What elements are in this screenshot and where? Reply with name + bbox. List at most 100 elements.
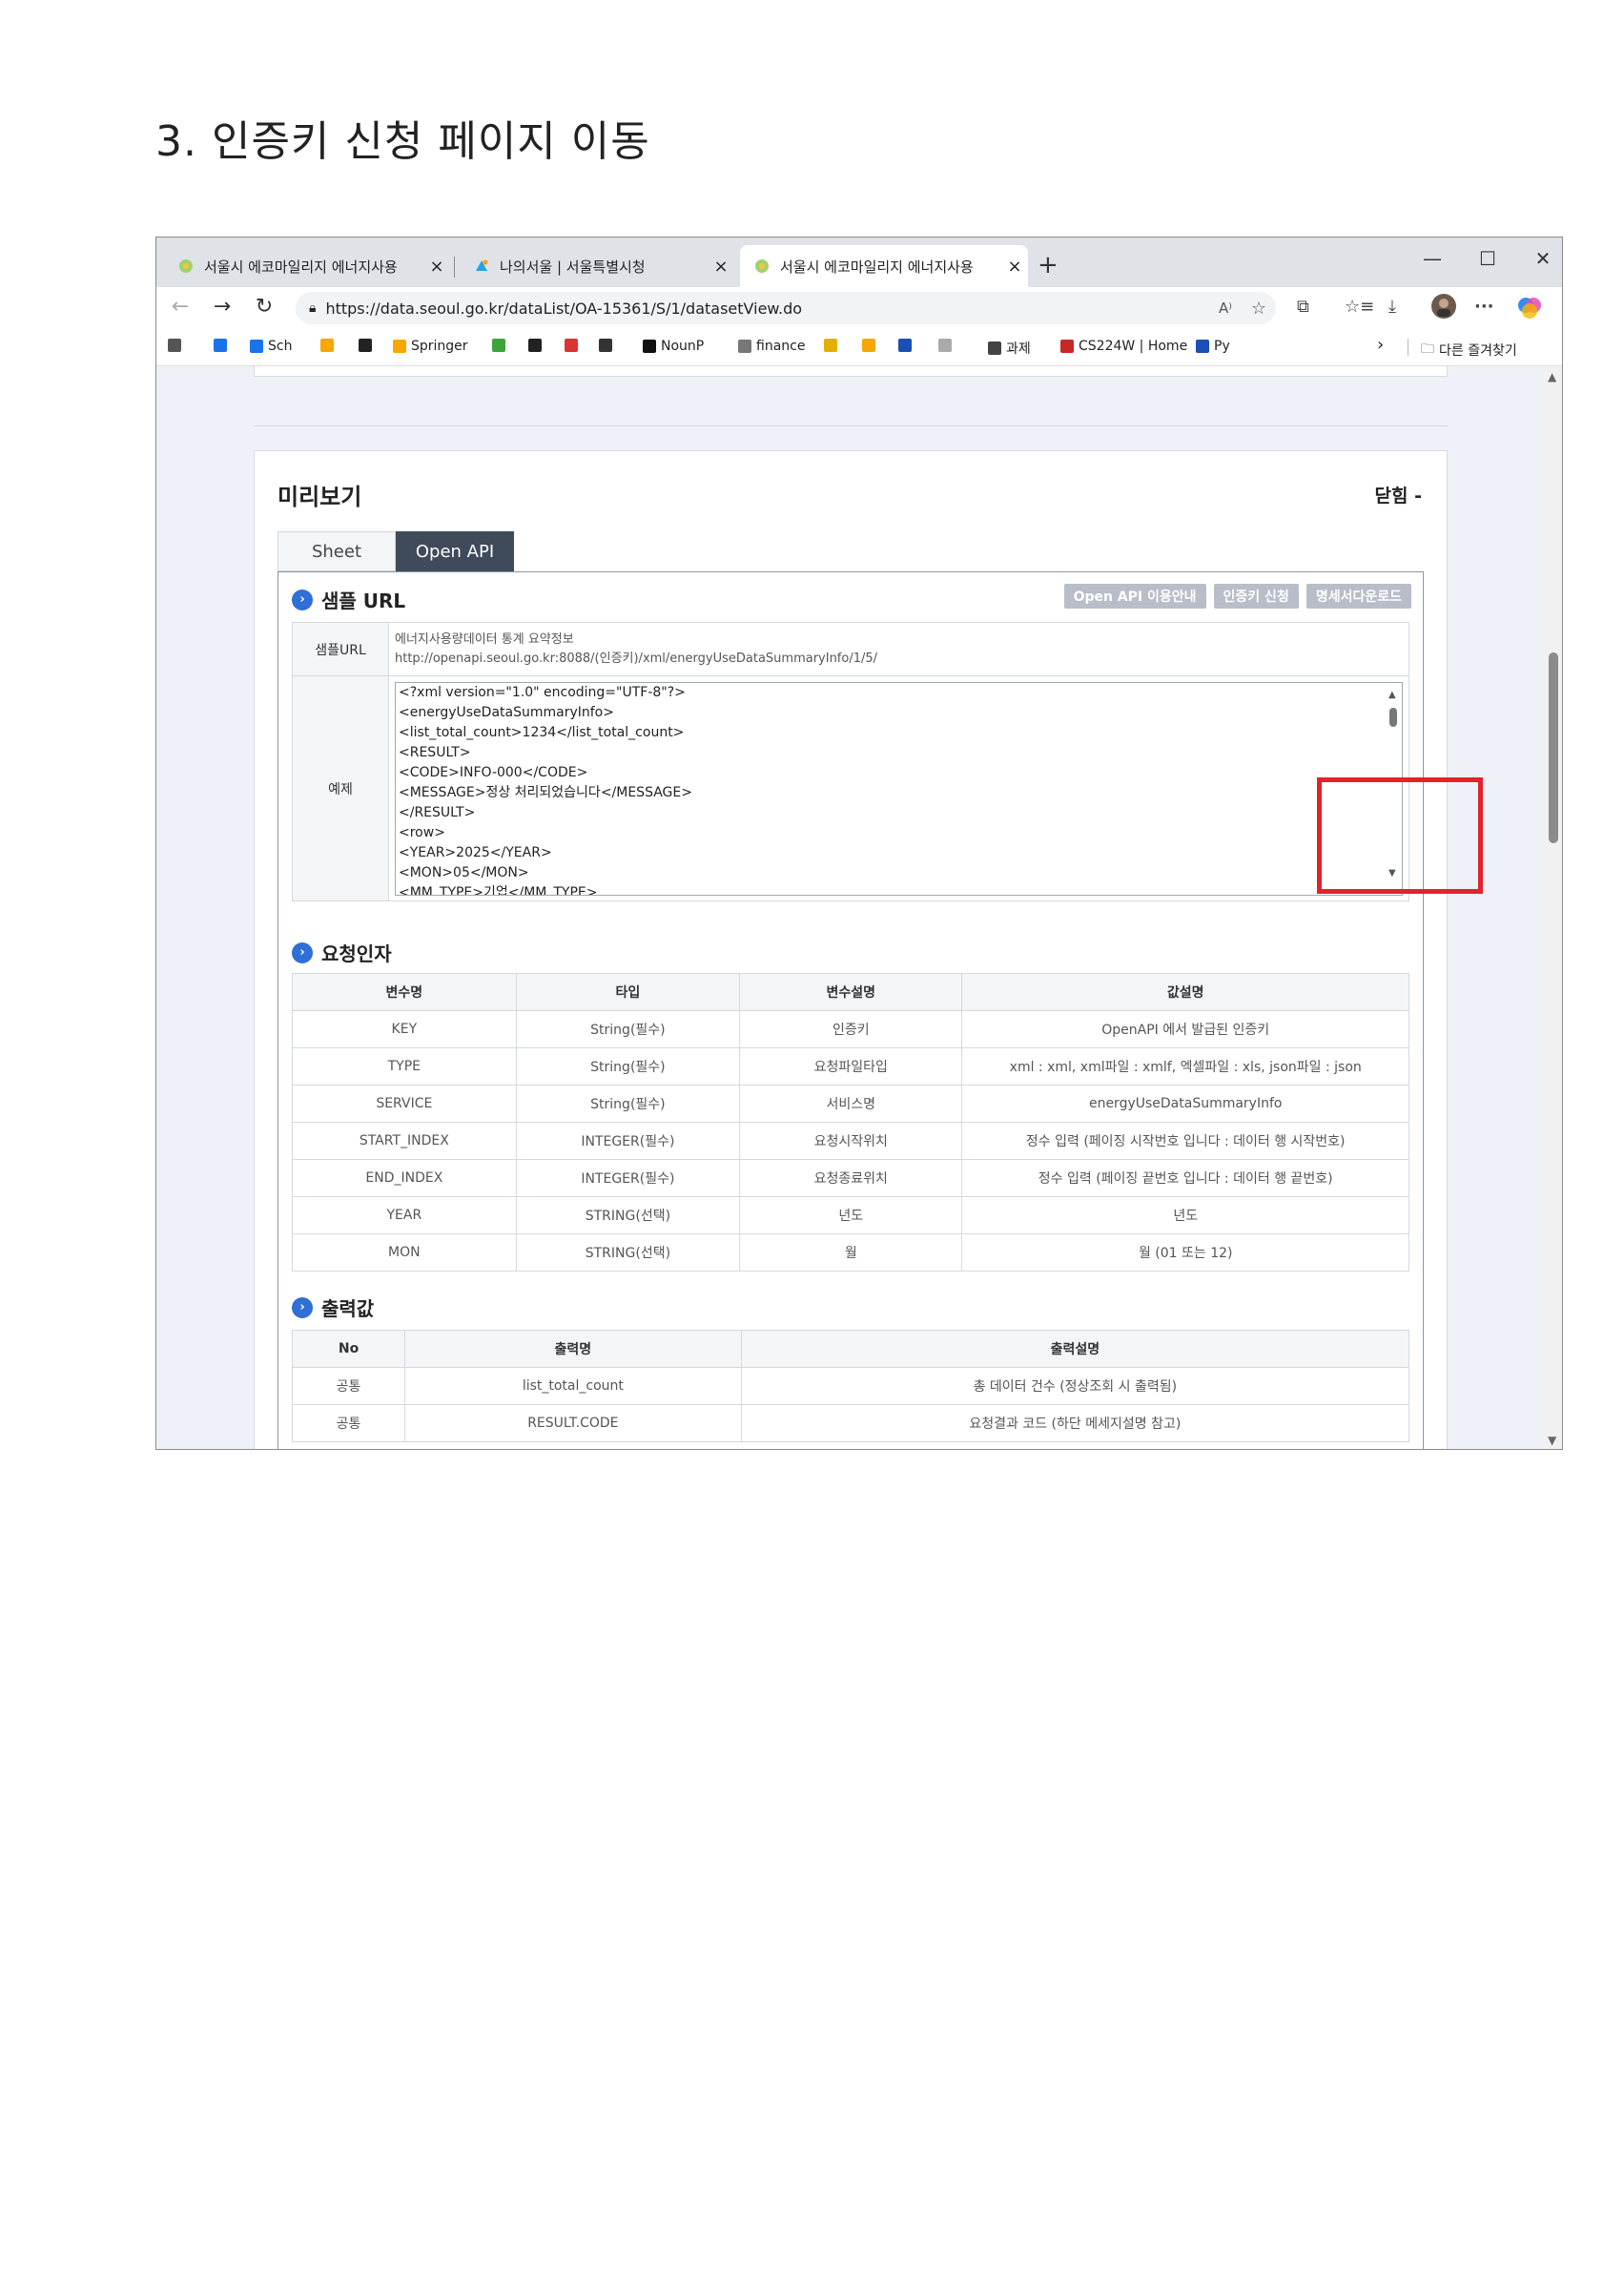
open-api-guide-button[interactable]: Open API 이용안내 xyxy=(1063,584,1206,609)
table-cell: INTEGER(필수) xyxy=(515,1159,741,1197)
maximize-button[interactable]: ☐ xyxy=(1469,247,1507,270)
downloads-icon[interactable]: ⤓ xyxy=(1388,297,1396,317)
column-header: 변수설명 xyxy=(739,973,963,1011)
page-scrollbar[interactable]: ▲ ▼ xyxy=(1544,366,1562,1449)
column-header: No xyxy=(291,1330,406,1368)
table-cell: energyUseDataSummaryInfo xyxy=(961,1085,1409,1123)
browser-tab-3-active[interactable]: 서울시 에코마일리지 에너지사용 × xyxy=(740,245,1028,287)
profile-avatar[interactable] xyxy=(1430,293,1457,324)
bookmark-item[interactable] xyxy=(168,339,186,352)
code-line: <?xml version="1.0" encoding="UTF-8"?> xyxy=(399,684,686,700)
preview-close-button[interactable]: 닫힘 - xyxy=(1375,482,1422,507)
spec-download-button[interactable]: 명세서다운로드 xyxy=(1305,584,1411,609)
bookmark-item[interactable]: Springer xyxy=(393,339,468,354)
previous-section-card xyxy=(254,366,1448,377)
bookmark-favicon-icon xyxy=(898,339,912,352)
eco-mileage-favicon-icon xyxy=(177,258,195,275)
table-cell: 총 데이터 건수 (정상조회 시 출력됨) xyxy=(740,1367,1410,1405)
request-params-heading: › 요청인자 xyxy=(292,939,392,966)
sample-url-link[interactable]: http://openapi.seoul.go.kr:8088/(인증키)/xm… xyxy=(395,650,1403,669)
bookmark-item[interactable] xyxy=(824,339,842,352)
bookmark-item[interactable] xyxy=(862,339,880,352)
bookmark-item[interactable]: 과제 xyxy=(988,339,1031,358)
auth-key-request-button[interactable]: 인증키 신청 xyxy=(1213,584,1299,609)
table-cell: TYPE xyxy=(292,1047,517,1086)
bookmark-item[interactable] xyxy=(359,339,377,352)
table-cell: 월 (01 또는 12) xyxy=(961,1233,1409,1272)
tab-close-icon[interactable]: × xyxy=(423,257,450,277)
table-row: TYPE String(필수) 요청파일타입 xml : xml, xml파일 : x… xyxy=(292,1047,1409,1086)
bookmark-item[interactable] xyxy=(898,339,916,352)
more-menu-icon[interactable]: ··· xyxy=(1474,297,1494,317)
minimize-button[interactable]: — xyxy=(1413,247,1451,270)
copilot-icon[interactable] xyxy=(1516,294,1543,325)
code-line: <MESSAGE>정상 처리되었습니다</MESSAGE> xyxy=(399,784,692,800)
favorite-star-icon[interactable]: ☆ xyxy=(1251,299,1266,319)
table-cell: RESULT.CODE xyxy=(404,1404,742,1442)
bookmark-favicon-icon xyxy=(250,340,263,353)
other-favorites-label: 다른 즐겨찾기 xyxy=(1439,343,1517,359)
table-cell: xml : xml, xml파일 : xmlf, 엑셀파일 : xls, jso… xyxy=(961,1047,1409,1086)
bookmark-item[interactable]: Sch xyxy=(250,339,292,354)
read-aloud-icon[interactable]: A⁾ xyxy=(1219,300,1232,317)
bookmark-item[interactable] xyxy=(599,339,617,352)
bookmark-item[interactable]: finance xyxy=(738,339,805,354)
bookmark-label: Sch xyxy=(268,339,293,354)
bookmarks-overflow-button[interactable]: › xyxy=(1377,335,1384,355)
bookmark-item[interactable] xyxy=(492,339,510,352)
bookmark-item[interactable] xyxy=(528,339,546,352)
code-line: <row> xyxy=(399,824,445,840)
tab-close-icon[interactable]: × xyxy=(1001,257,1028,277)
reload-button[interactable]: ↻ xyxy=(250,295,278,319)
extensions-icon[interactable]: ⧉ xyxy=(1297,297,1309,317)
table-cell: SERVICE xyxy=(292,1085,517,1123)
bookmark-item[interactable] xyxy=(938,339,956,352)
sample-url-value: 에너지사용량데이터 통계 요약정보 http://openapi.seoul.g… xyxy=(388,622,1409,676)
lock-icon: 🔒︎ xyxy=(309,300,317,316)
table-row: MON STRING(선택) 월 월 (01 또는 12) xyxy=(292,1233,1409,1272)
code-line: </RESULT> xyxy=(399,804,476,820)
code-line: <energyUseDataSummaryInfo> xyxy=(399,704,614,720)
tab-sheet[interactable]: Sheet xyxy=(278,531,396,571)
back-button[interactable]: ← xyxy=(166,295,195,319)
url-bar[interactable]: 🔒︎ https://data.seoul.go.kr/dataList/OA-… xyxy=(296,292,1276,324)
bookmark-item[interactable] xyxy=(320,339,339,352)
code-scroll-thumb[interactable] xyxy=(1389,707,1397,727)
sample-url-desc: 에너지사용량데이터 통계 요약정보 xyxy=(395,631,574,647)
output-heading-text: 출력값 xyxy=(321,1297,375,1320)
close-window-button[interactable]: ✕ xyxy=(1524,247,1562,270)
table-cell: 공통 xyxy=(291,1367,406,1405)
bookmark-item[interactable] xyxy=(214,339,232,352)
tab-open-api[interactable]: Open API xyxy=(396,531,514,571)
code-line: <YEAR>2025</YEAR> xyxy=(399,844,552,860)
scroll-down-icon[interactable]: ▼ xyxy=(1548,1434,1556,1447)
chevron-right-icon: › xyxy=(292,941,313,963)
table-row: KEY String(필수) 인증키 OpenAPI 에서 발급된 인증키 xyxy=(292,1010,1409,1048)
new-tab-button[interactable]: + xyxy=(1038,251,1059,279)
column-header: 변수명 xyxy=(292,973,517,1011)
browser-tab-1[interactable]: 서울시 에코마일리지 에너지사용 × xyxy=(164,245,450,287)
bookmark-item[interactable] xyxy=(565,339,583,352)
page-scroll-thumb[interactable] xyxy=(1549,652,1558,843)
bookmark-item[interactable]: NounP xyxy=(643,339,704,354)
output-table: No 출력명 출력설명 공통 list_total_count 총 데이터 건수 (정상조… xyxy=(291,1330,1410,1442)
bookmark-favicon-icon xyxy=(824,339,837,352)
example-code-box[interactable]: ▲ ▼ <?xml version="1.0" encoding="UTF-8"… xyxy=(395,681,1403,896)
favorites-icon[interactable]: ☆≡ xyxy=(1345,297,1374,317)
highlight-box xyxy=(1317,777,1483,894)
other-favorites-folder[interactable]: 🗀︎ 다른 즐겨찾기 xyxy=(1421,339,1517,362)
bookmark-item[interactable]: Py xyxy=(1196,339,1230,354)
browser-tab-2[interactable]: 나의서울 | 서울특별시청 × xyxy=(460,245,734,287)
tab-close-icon[interactable]: × xyxy=(708,257,734,277)
sample-url-table: 샘플URL 에너지사용량데이터 통계 요약정보 http://openapi.s… xyxy=(292,622,1409,901)
chevron-right-icon: › xyxy=(292,1296,313,1318)
table-cell: String(필수) xyxy=(515,1047,741,1086)
browser-screenshot: 서울시 에코마일리지 에너지사용 × 나의서울 | 서울특별시청 × 서울시 에… xyxy=(155,237,1563,1450)
table-cell: String(필수) xyxy=(515,1010,741,1048)
scroll-up-icon[interactable]: ▲ xyxy=(1548,370,1556,383)
scroll-up-icon[interactable]: ▲ xyxy=(1388,685,1396,705)
bookmark-favicon-icon xyxy=(565,339,578,352)
eco-mileage-favicon-icon xyxy=(753,258,771,275)
forward-button[interactable]: → xyxy=(208,295,236,319)
bookmark-item[interactable]: CS224W | Home xyxy=(1060,339,1187,354)
